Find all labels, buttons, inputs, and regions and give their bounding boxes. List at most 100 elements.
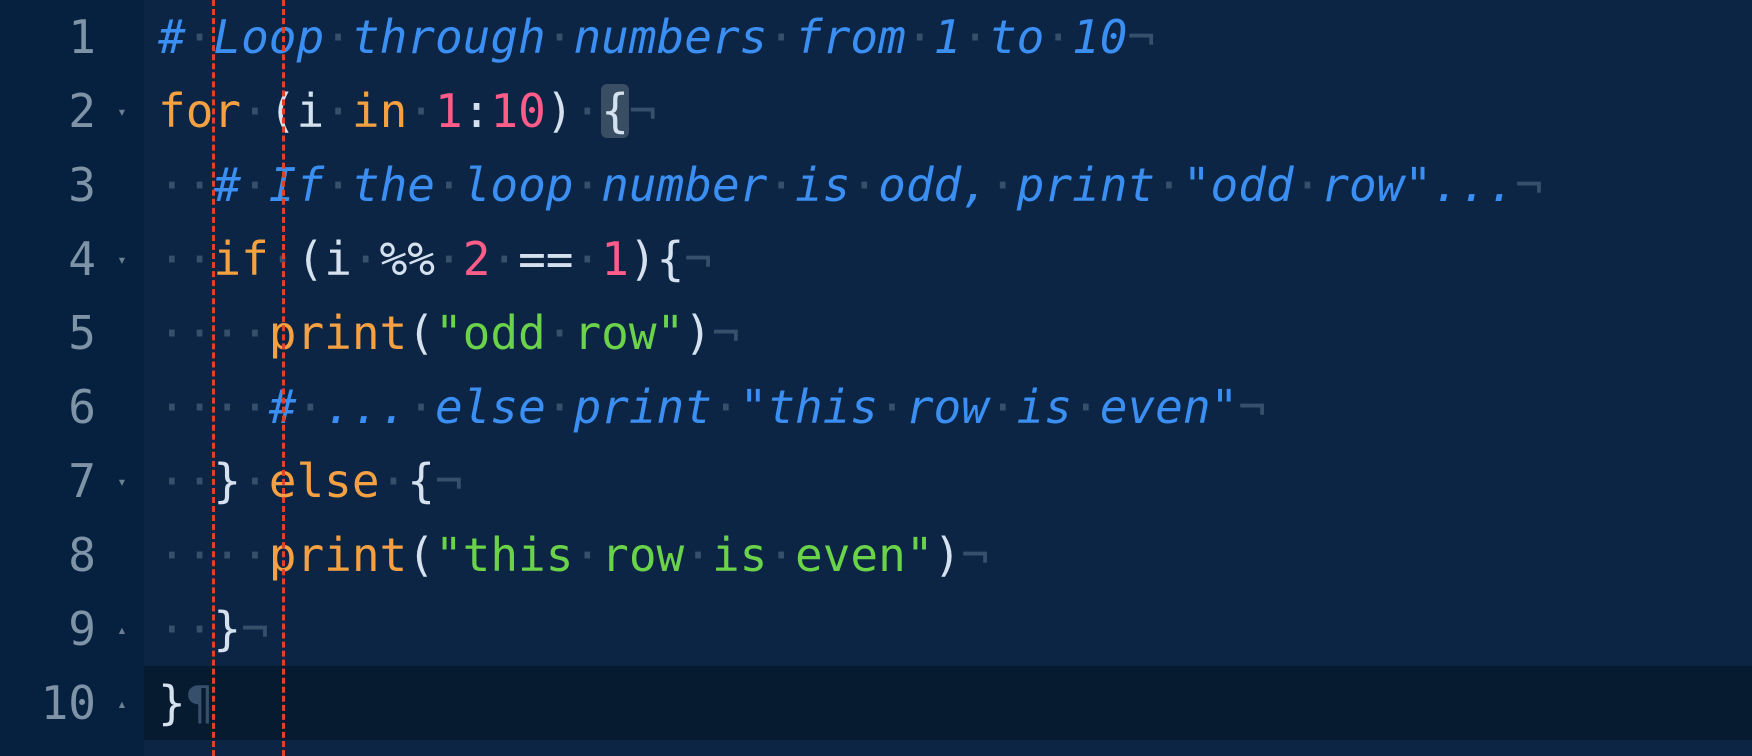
code-token: {	[407, 454, 435, 508]
code-line[interactable]: 1 #·Loop·through·numbers·from·1·to·10¬	[0, 0, 1752, 74]
code-token: ·	[878, 380, 906, 434]
code-token: ·	[296, 380, 325, 434]
line-number: 1	[68, 10, 96, 64]
code-line[interactable]: 6 ····#·...·else·print·"this·row·is·even"…	[0, 370, 1752, 444]
code-token: #	[158, 10, 186, 64]
code-token: }	[158, 676, 186, 730]
code-token: "odd	[434, 306, 546, 360]
code-token: ...	[324, 380, 408, 434]
code-token: ·	[351, 232, 380, 286]
code-token: ¶	[185, 676, 214, 730]
code-token: row"	[573, 306, 685, 360]
code-token: %%	[379, 232, 435, 286]
code-token: #	[213, 158, 242, 212]
code-token: the	[351, 158, 435, 212]
fold-end-icon[interactable]: ▴	[112, 592, 132, 666]
code-line[interactable]: 8 ····print("this·row·is·even")¬	[0, 518, 1752, 592]
code-token: ¬	[434, 454, 463, 508]
code-text[interactable]: for·(i·in·1:10)·{¬	[144, 74, 1752, 148]
code-line[interactable]: 5 ····print("odd·row")¬	[0, 296, 1752, 370]
code-text[interactable]: ··#·If·the·loop·number·is·odd,·print·"od…	[144, 148, 1752, 222]
code-token: if	[213, 232, 269, 286]
code-token: ==	[518, 232, 574, 286]
code-editor[interactable]: 1 #·Loop·through·numbers·from·1·to·10¬ 2 ▾ f…	[0, 0, 1752, 756]
line-number: 2	[68, 84, 96, 138]
code-line[interactable]: 2 ▾ for·(i·in·1:10)·{¬	[0, 74, 1752, 148]
code-token: ·	[711, 380, 740, 434]
code-token: ·	[573, 528, 602, 582]
code-token: else	[434, 380, 546, 434]
code-token: for	[158, 84, 242, 138]
code-text[interactable]: ··if·(i·%%·2·==·1){¬	[144, 222, 1752, 296]
code-text[interactable]: }¶	[144, 666, 1752, 740]
code-text[interactable]: ··}¬	[144, 592, 1752, 666]
code-token: ¬	[1238, 380, 1266, 434]
code-token: ¬	[711, 306, 740, 360]
code-text[interactable]: ··}·else·{¬	[144, 444, 1752, 518]
code-token: ¬	[1127, 10, 1156, 64]
code-token: (	[407, 306, 435, 360]
code-token: ¬	[961, 528, 989, 582]
code-token: ··	[158, 232, 214, 286]
code-token: ·	[961, 10, 989, 64]
code-token: ·	[684, 528, 712, 582]
code-token: is	[795, 158, 851, 212]
code-token: ·	[767, 528, 796, 582]
code-token: ¬	[628, 84, 657, 138]
indent-guide	[282, 0, 285, 756]
line-number: 7	[68, 454, 96, 508]
indent-guide	[212, 0, 215, 756]
code-token: even"	[795, 528, 934, 582]
code-token: ·	[573, 84, 602, 138]
code-token: to	[988, 10, 1045, 64]
line-number: 8	[68, 528, 96, 582]
line-number: 3	[68, 158, 96, 212]
code-token: "this	[434, 528, 574, 582]
code-token: in	[351, 84, 408, 138]
code-token: (	[296, 232, 325, 286]
code-token: print	[573, 380, 712, 434]
code-token: ·	[434, 232, 463, 286]
code-token: ·	[1072, 380, 1100, 434]
code-line[interactable]: 3 ··#·If·the·loop·number·is·odd,·print·"o…	[0, 148, 1752, 222]
code-token: Loop	[213, 10, 325, 64]
code-token: ¬	[684, 232, 712, 286]
code-text[interactable]: ····print("this·row·is·even")¬	[144, 518, 1752, 592]
code-token: ·	[767, 10, 796, 64]
fold-end-icon[interactable]: ▴	[112, 666, 132, 740]
code-token: ·	[324, 10, 352, 64]
code-text[interactable]: #·Loop·through·numbers·from·1·to·10¬	[144, 0, 1752, 74]
code-line[interactable]: 7 ▾ ··}·else·{¬	[0, 444, 1752, 518]
code-token: print	[268, 306, 408, 360]
code-token: )	[933, 528, 962, 582]
code-token: ·	[573, 158, 602, 212]
fold-collapse-icon[interactable]: ▾	[112, 222, 132, 296]
code-text[interactable]: ····#·...·else·print·"this·row·is·even"¬	[144, 370, 1752, 444]
code-token: (	[407, 528, 435, 582]
code-token: ·	[545, 10, 574, 64]
code-token: else	[268, 454, 380, 508]
code-token: 2	[462, 232, 491, 286]
code-token: 10	[1072, 10, 1128, 64]
code-text[interactable]: ····print("odd·row")¬	[144, 296, 1752, 370]
code-line[interactable]: 9 ▴ ··}¬	[0, 592, 1752, 666]
code-token: ¬	[1515, 158, 1543, 212]
code-token: ·	[767, 158, 796, 212]
code-line[interactable]: 4 ▾ ··if·(i·%%·2·==·1){¬	[0, 222, 1752, 296]
fold-collapse-icon[interactable]: ▾	[112, 444, 132, 518]
code-token: even"	[1099, 380, 1239, 434]
code-token: row	[905, 380, 989, 434]
code-line[interactable]: 10 ▴}¶	[0, 666, 1752, 740]
code-token: ·	[490, 232, 519, 286]
code-token: )	[684, 306, 712, 360]
fold-collapse-icon[interactable]: ▾	[112, 74, 132, 148]
code-token: ·	[1044, 10, 1073, 64]
code-token: row"...	[1321, 158, 1516, 212]
line-number: 5	[68, 306, 96, 360]
code-token: ··	[158, 454, 214, 508]
code-token: ·	[988, 380, 1017, 434]
line-number: 6	[68, 380, 96, 434]
code-token: :	[462, 84, 491, 138]
code-token: odd,	[878, 158, 989, 212]
code-token: ·	[185, 10, 214, 64]
